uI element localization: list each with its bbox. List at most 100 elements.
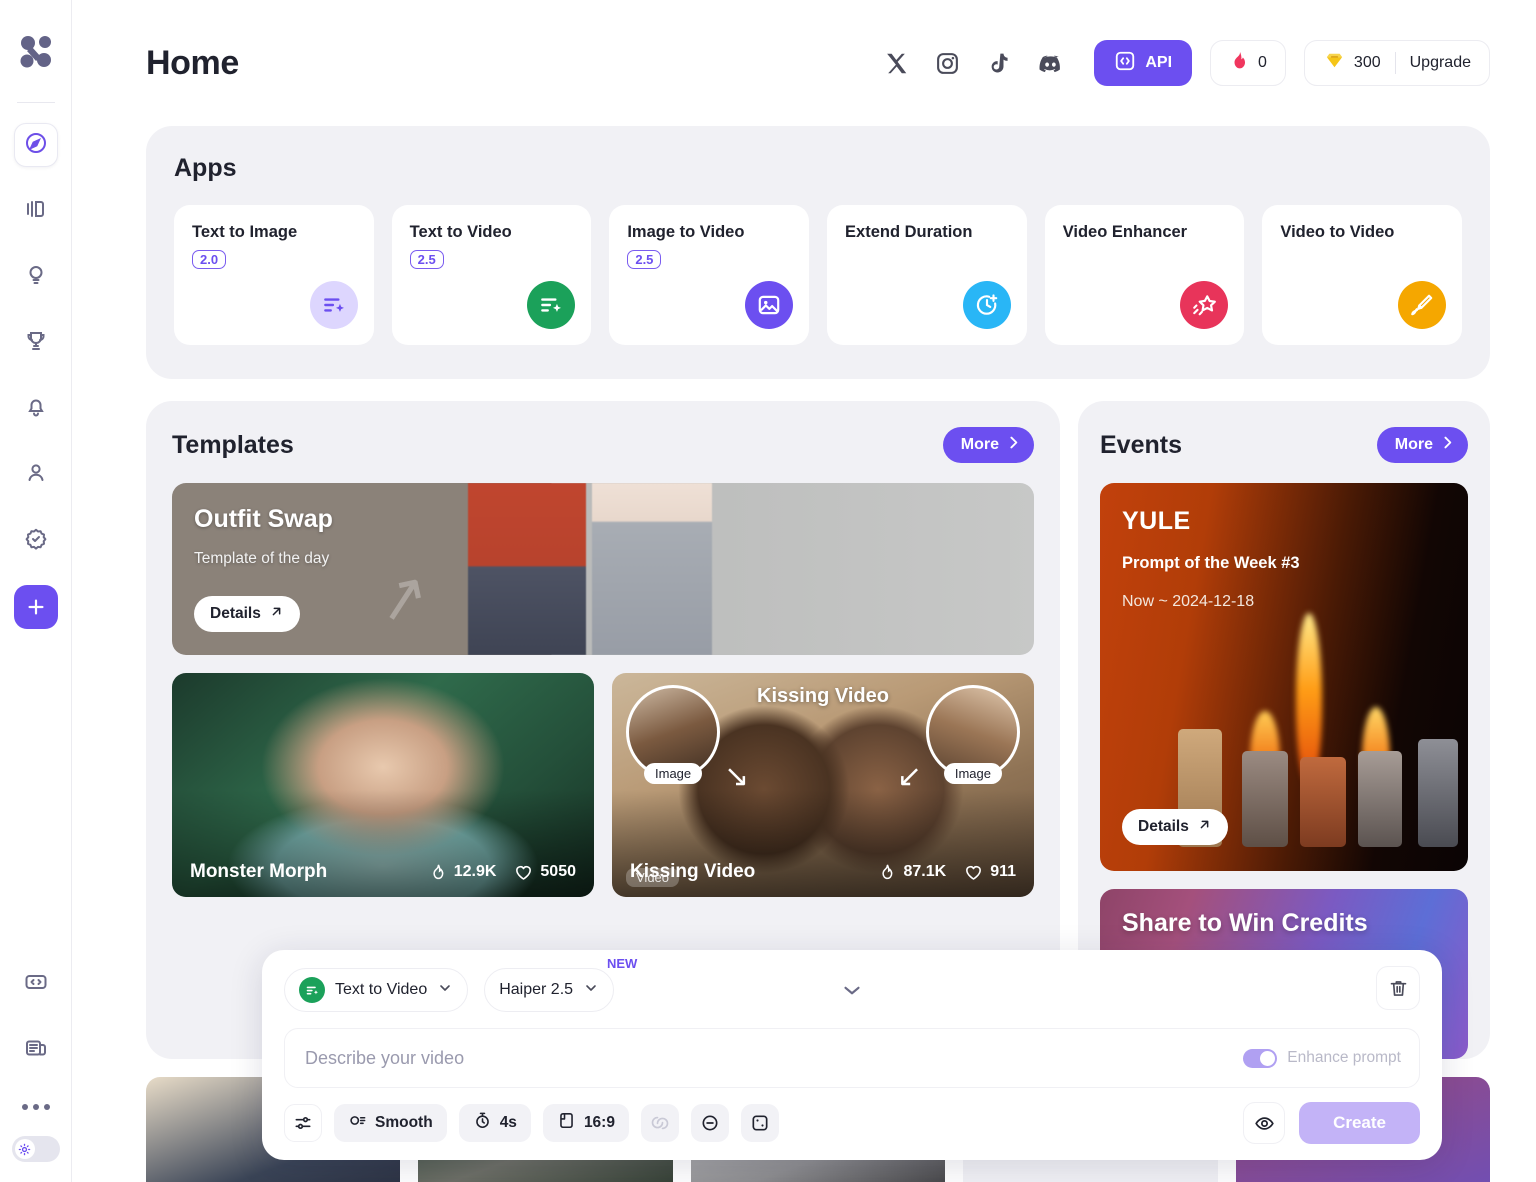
chevron-right-icon (1439, 434, 1456, 456)
app-root: Home (0, 0, 1536, 1182)
sidebar-item-rewards[interactable] (14, 321, 58, 365)
flame-outline-icon (878, 863, 896, 881)
prompt-input[interactable]: Describe your video Enhance prompt (284, 1028, 1420, 1088)
prompt-bar: Text to Video Haiper 2.5 NEW (262, 950, 1442, 1160)
sun-icon (15, 1139, 35, 1159)
card-footer: Kissing Video 87.1K (630, 861, 1016, 883)
delete-button[interactable] (1376, 966, 1420, 1010)
sidebar-item-api[interactable] (14, 962, 58, 1006)
log-2 (1242, 751, 1288, 847)
like-stat: 5050 (514, 863, 576, 882)
event-card-yule[interactable]: YULE Prompt of the Week #3 Now ~ 2024-12… (1100, 483, 1468, 871)
template-hero-card[interactable]: ↗ Outfit Swap Template of the day Detail… (172, 483, 1034, 655)
templates-header: Templates More (172, 427, 1034, 463)
event-text: YULE Prompt of the Week #3 Now ~ 2024-12… (1122, 507, 1300, 611)
app-card-video-enhancer[interactable]: Video Enhancer (1045, 205, 1245, 345)
collapse-chevron-icon[interactable] (839, 977, 865, 1003)
settings-sliders-button[interactable] (284, 1104, 322, 1142)
template-card-name: Kissing Video (630, 861, 755, 883)
events-more-button[interactable]: More (1377, 427, 1468, 463)
log-3 (1300, 757, 1346, 847)
app-card-text-to-image[interactable]: Text to Image 2.0 (174, 205, 374, 345)
model-selector[interactable]: Haiper 2.5 (484, 968, 614, 1012)
template-card-kissing-video[interactable]: Kissing Video Image Image ↘ ↙ Video Kiss… (612, 673, 1034, 897)
app-card-text-to-video[interactable]: Text to Video 2.5 (392, 205, 592, 345)
model-label: Haiper 2.5 (499, 981, 573, 999)
prompt-placeholder: Describe your video (305, 1048, 464, 1069)
events-more-label: More (1395, 436, 1433, 454)
app-card-name: Text to Image (192, 223, 356, 242)
enhance-prompt-toggle[interactable]: Enhance prompt (1243, 1049, 1401, 1068)
template-grid: Monster Morph 12.9K (172, 673, 1034, 897)
upgrade-label[interactable]: Upgrade (1410, 54, 1471, 72)
heart-icon (514, 863, 533, 882)
theme-toggle[interactable] (12, 1136, 60, 1162)
credits-pill[interactable]: 300 Upgrade (1304, 40, 1490, 86)
app-card-extend-duration[interactable]: Extend Duration (827, 205, 1027, 345)
discord-icon[interactable] (1037, 50, 1064, 77)
sidebar-bottom (12, 962, 60, 1182)
code-bracket-icon (1114, 50, 1136, 77)
prompt-bar-tools: Smooth 4s 16:9 (284, 1104, 1420, 1142)
x-icon[interactable] (884, 51, 909, 76)
enhance-prompt-label: Enhance prompt (1287, 1049, 1401, 1067)
instagram-icon[interactable] (935, 51, 960, 76)
sidebar-item-library[interactable] (14, 189, 58, 233)
hero-figure-right (592, 483, 712, 655)
mode-selector[interactable]: Text to Video (284, 968, 468, 1012)
preview-button[interactable] (1243, 1102, 1285, 1144)
sidebar-item-membership[interactable] (14, 519, 58, 563)
duration-button[interactable]: 4s (459, 1104, 531, 1142)
chevron-down-icon (437, 980, 453, 1001)
card-footer: Monster Morph 12.9K (190, 861, 576, 883)
event-details-button[interactable]: Details (1122, 809, 1228, 845)
api-button[interactable]: API (1094, 40, 1192, 86)
event-details-label: Details (1138, 818, 1189, 836)
like-count: 5050 (540, 863, 576, 881)
app-card-name: Text to Video (410, 223, 574, 242)
tiktok-icon[interactable] (986, 51, 1011, 76)
motion-icon (348, 1111, 367, 1135)
sidebar-more-button[interactable] (22, 1104, 50, 1110)
sidebar-item-news[interactable] (14, 1028, 58, 1072)
app-card-version: 2.5 (410, 250, 444, 269)
templates-more-label: More (961, 436, 999, 454)
app-card-image-to-video[interactable]: Image to Video 2.5 (609, 205, 809, 345)
hero-details-button[interactable]: Details (194, 596, 300, 632)
new-badge: NEW (602, 956, 642, 971)
like-stat: 911 (964, 863, 1016, 882)
aspect-ratio-button[interactable]: 16:9 (543, 1104, 629, 1142)
sidebar-item-notifications[interactable] (14, 387, 58, 431)
heart-icon (964, 863, 983, 882)
text-sparkle-icon (310, 281, 358, 329)
create-new-button[interactable] (14, 585, 58, 629)
apps-panel: Apps Text to Image 2.0 Text to Video 2.5 (146, 126, 1490, 379)
user-icon (24, 461, 48, 490)
haiper-logo-icon[interactable] (14, 30, 58, 74)
topbar: Home (72, 0, 1536, 126)
seed-shuffle-button[interactable] (641, 1104, 679, 1142)
text-sparkle-icon (527, 281, 575, 329)
motion-button[interactable]: Smooth (334, 1104, 447, 1142)
template-card-monster-morph[interactable]: Monster Morph 12.9K (172, 673, 594, 897)
fire-count: 87.1K (903, 863, 946, 881)
hero-figure-left (468, 483, 586, 655)
sidebar-item-ideas[interactable] (14, 255, 58, 299)
hero-text: Outfit Swap Template of the day Details (194, 505, 333, 632)
events-title: Events (1100, 431, 1182, 460)
code-icon (24, 970, 48, 999)
random-seed-button[interactable] (741, 1104, 779, 1142)
templates-more-button[interactable]: More (943, 427, 1034, 463)
page-title: Home (146, 44, 239, 83)
sidebar-item-explore[interactable] (14, 123, 58, 167)
app-card-video-to-video[interactable]: Video to Video (1262, 205, 1462, 345)
sidebar-item-profile[interactable] (14, 453, 58, 497)
event-title: Share to Win Credits (1122, 909, 1368, 938)
no-watermark-button[interactable] (691, 1104, 729, 1142)
fire-stat: 12.9K (429, 863, 497, 881)
create-button[interactable]: Create (1299, 1102, 1420, 1144)
streak-pill[interactable]: 0 (1210, 40, 1286, 86)
hero-subtitle: Template of the day (194, 550, 333, 568)
events-header: Events More (1100, 427, 1468, 463)
timer-icon (473, 1111, 492, 1135)
